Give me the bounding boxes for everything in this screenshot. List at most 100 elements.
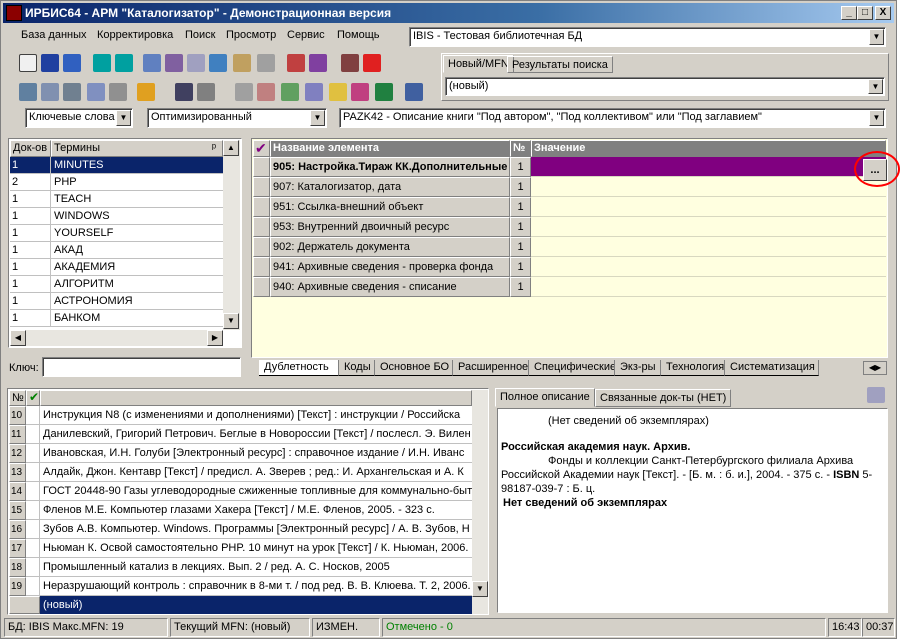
record-row[interactable]: 10 Инструкция N8 (с изменениями и дополне…	[9, 406, 472, 425]
search-icon[interactable]	[19, 83, 37, 101]
printer-icon[interactable]	[235, 83, 253, 101]
view-icon[interactable]	[175, 83, 193, 101]
term-row[interactable]: 2 PHP	[10, 174, 223, 191]
worksheet-tab[interactable]: Специфические	[529, 360, 615, 376]
terms-col-terms[interactable]: Термины ᵖ	[51, 140, 223, 157]
field-value[interactable]	[531, 217, 886, 237]
menu-view[interactable]: Просмотр	[226, 29, 276, 41]
menu-service[interactable]: Сервис	[287, 29, 325, 41]
scroll-left-icon[interactable]: ◀	[10, 330, 26, 346]
records-check-icon[interactable]: ✔	[26, 390, 40, 406]
record-row[interactable]: 19 Неразрушающий контроль : справочник в …	[9, 577, 472, 596]
folder-icon[interactable]	[197, 83, 215, 101]
database-select[interactable]: IBIS - Тестовая библиотечная БД ▼	[409, 27, 886, 47]
record-checkbox[interactable]	[26, 577, 40, 596]
field-row[interactable]: 941: Архивные сведения - проверка фонда 1	[253, 257, 886, 277]
term-row[interactable]: 1 АЛГОРИТМ	[10, 276, 223, 293]
record-checkbox[interactable]	[26, 520, 40, 539]
worksheet-tab[interactable]: Основное БО	[375, 360, 453, 376]
arrow-left-icon[interactable]	[93, 54, 111, 72]
term-row[interactable]: 1 MINUTES	[10, 157, 223, 174]
record-checkbox[interactable]	[26, 482, 40, 501]
key-input[interactable]	[42, 357, 241, 377]
field-row-check[interactable]	[253, 237, 270, 257]
print-list-icon[interactable]	[257, 83, 275, 101]
minimize-button[interactable]: _	[841, 6, 857, 20]
field-value[interactable]	[531, 197, 886, 217]
menu-edit[interactable]: Корректировка	[97, 29, 173, 41]
record-checkbox[interactable]	[26, 463, 40, 482]
field-row-check[interactable]	[253, 277, 270, 297]
maximize-button[interactable]: □	[857, 6, 873, 20]
worksheet-tab[interactable]: Коды	[339, 360, 375, 376]
print-record-icon[interactable]	[187, 54, 205, 72]
records-col-no[interactable]: №	[9, 390, 26, 406]
chevron-down-icon[interactable]: ▼	[868, 79, 883, 94]
check-all-icon[interactable]: ✔	[253, 140, 270, 157]
z3950-icon[interactable]	[363, 54, 381, 72]
mail-icon[interactable]	[63, 83, 81, 101]
field-row[interactable]: 951: Ссылка-внешний объект 1	[253, 197, 886, 217]
delete-icon[interactable]	[257, 54, 275, 72]
worksheet-tab[interactable]: Систематизация	[725, 360, 819, 376]
field-row-check[interactable]	[253, 257, 270, 277]
edit-icon[interactable]	[233, 54, 251, 72]
record-checkbox[interactable]	[26, 558, 40, 577]
fields-col-name[interactable]: Название элемента	[270, 140, 510, 157]
import-icon[interactable]	[287, 54, 305, 72]
mfn-select[interactable]: (новый) ▼	[445, 77, 885, 96]
record-checkbox[interactable]	[26, 539, 40, 558]
scroll-up-icon[interactable]: ▲	[223, 140, 239, 156]
scroll-down-icon[interactable]: ▼	[223, 313, 239, 329]
chart-icon[interactable]	[351, 83, 369, 101]
search-optimization-select[interactable]: Оптимизированный ▼	[147, 108, 327, 128]
chevron-down-icon[interactable]: ▼	[116, 110, 131, 126]
record-row[interactable]: 13 Алдайк, Джон. Кентавр [Текст] / предис…	[9, 463, 472, 482]
find-icon[interactable]	[87, 83, 105, 101]
terms-hscroll[interactable]	[10, 330, 223, 346]
hand-icon[interactable]	[137, 83, 155, 101]
field-row-check[interactable]	[253, 177, 270, 197]
new-document-icon[interactable]	[19, 54, 37, 72]
field-row[interactable]: 905: Настройка.Тираж КК.Дополнительные 1	[253, 157, 886, 177]
field-row-check[interactable]	[253, 197, 270, 217]
record-row-new[interactable]: (новый)	[9, 596, 472, 614]
field-row-check[interactable]	[253, 157, 270, 177]
fields-col-no[interactable]: №	[510, 140, 531, 157]
worksheet-tab[interactable]: Экз-ры	[615, 360, 661, 376]
excel-icon[interactable]	[375, 83, 393, 101]
record-row[interactable]: 17 Ньюман К. Освой самостоятельно PHP. 10…	[9, 539, 472, 558]
worksheet-select[interactable]: PAZK42 - Описание книги "Под автором", "…	[339, 108, 886, 128]
field-row[interactable]: 907: Каталогизатор, дата 1	[253, 177, 886, 197]
scroll-right-icon[interactable]: ▶	[207, 330, 223, 346]
tools-icon[interactable]	[109, 83, 127, 101]
chevron-down-icon[interactable]: ▼	[310, 110, 325, 126]
tab-related-documents[interactable]: Связанные док-ты (НЕТ)	[595, 389, 732, 407]
scroll-down-icon[interactable]: ▼	[472, 581, 488, 597]
tab-new-mfn[interactable]: Новый/MFN	[443, 55, 514, 73]
term-row[interactable]: 1 YOURSELF	[10, 225, 223, 242]
field-value[interactable]	[531, 257, 886, 277]
chevron-down-icon[interactable]: ▼	[869, 110, 884, 126]
notes-icon[interactable]	[329, 83, 347, 101]
export-icon[interactable]	[309, 54, 327, 72]
record-row[interactable]: 16 Зубов А.В. Компьютер. Windows. Програм…	[9, 520, 472, 539]
record-checkbox[interactable]	[26, 425, 40, 444]
menu-help[interactable]: Помощь	[337, 29, 380, 41]
worksheet-tab[interactable]: Технология	[661, 360, 725, 376]
field-row-check[interactable]	[253, 217, 270, 237]
search-mode-select[interactable]: Ключевые слова ▼	[25, 108, 133, 128]
grid-icon[interactable]	[165, 54, 183, 72]
record-row[interactable]: 12 Ивановская, И.Н. Голуби [Электронный р…	[9, 444, 472, 463]
term-row[interactable]: 1 TEACH	[10, 191, 223, 208]
field-value[interactable]	[531, 177, 886, 197]
tab-search-results[interactable]: Результаты поиска	[507, 56, 613, 73]
pin-icon[interactable]: ᵖ	[212, 141, 216, 156]
record-checkbox[interactable]	[26, 406, 40, 425]
term-row[interactable]: 1 АКАД	[10, 242, 223, 259]
title-bar[interactable]: ИРБИС64 - АРМ "Каталогизатор" - Демонстр…	[3, 3, 894, 23]
term-row[interactable]: 1 БАНКОМ	[10, 310, 223, 327]
tree-icon[interactable]	[209, 54, 227, 72]
pages-icon[interactable]	[305, 83, 323, 101]
field-row[interactable]: 940: Архивные сведения - списание 1	[253, 277, 886, 297]
